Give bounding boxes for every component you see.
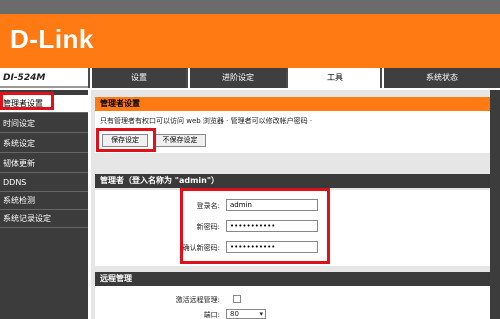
tab-setup[interactable]: 设置 — [90, 68, 186, 88]
sidebar-item-ddns[interactable]: DDNS — [0, 174, 88, 192]
highlight-sidebar-admin — [0, 92, 54, 110]
admin-description: 只有管理者有权口可以访问 web 浏览器 · 管理者可以修改帐户密码 · — [100, 117, 313, 125]
remote-section-title: 远程管理 — [95, 272, 490, 286]
tab-tools[interactable]: 工具 — [288, 68, 380, 88]
tab-status[interactable]: 系统状态 — [382, 68, 500, 88]
remote-enable-label: 激活远程管理: — [175, 296, 220, 304]
port-select[interactable]: 80 ▾ — [226, 309, 266, 319]
admin-section-title: 管理者设置 — [95, 97, 490, 111]
remote-enable-checkbox[interactable] — [233, 295, 241, 303]
chevron-down-icon: ▾ — [259, 310, 263, 318]
account-section-title: 管理者（登入名称为 "admin"） — [95, 174, 490, 188]
sidebar-item-firmware[interactable]: 韧体更新 — [0, 155, 88, 173]
tab-advanced[interactable]: 进阶设定 — [188, 68, 286, 88]
sidebar-item-system-check[interactable]: 系统检测 — [0, 192, 88, 210]
port-value: 80 — [230, 310, 239, 318]
sidebar-item-log-settings[interactable]: 系统记录设定 — [0, 210, 88, 228]
model-label: DI-524M — [0, 68, 88, 88]
sidebar-item-system[interactable]: 系统设定 — [0, 135, 88, 153]
browser-top-bar — [0, 0, 500, 14]
nosave-button[interactable]: 不保存设定 — [154, 134, 206, 147]
right-help-strip — [490, 90, 500, 319]
sidebar-item-time[interactable]: 时间设定 — [0, 115, 88, 133]
highlight-save-button — [96, 128, 156, 152]
dlink-logo: D-Link — [10, 24, 94, 54]
port-label: 端口: — [203, 311, 220, 319]
highlight-account-form — [180, 188, 330, 264]
